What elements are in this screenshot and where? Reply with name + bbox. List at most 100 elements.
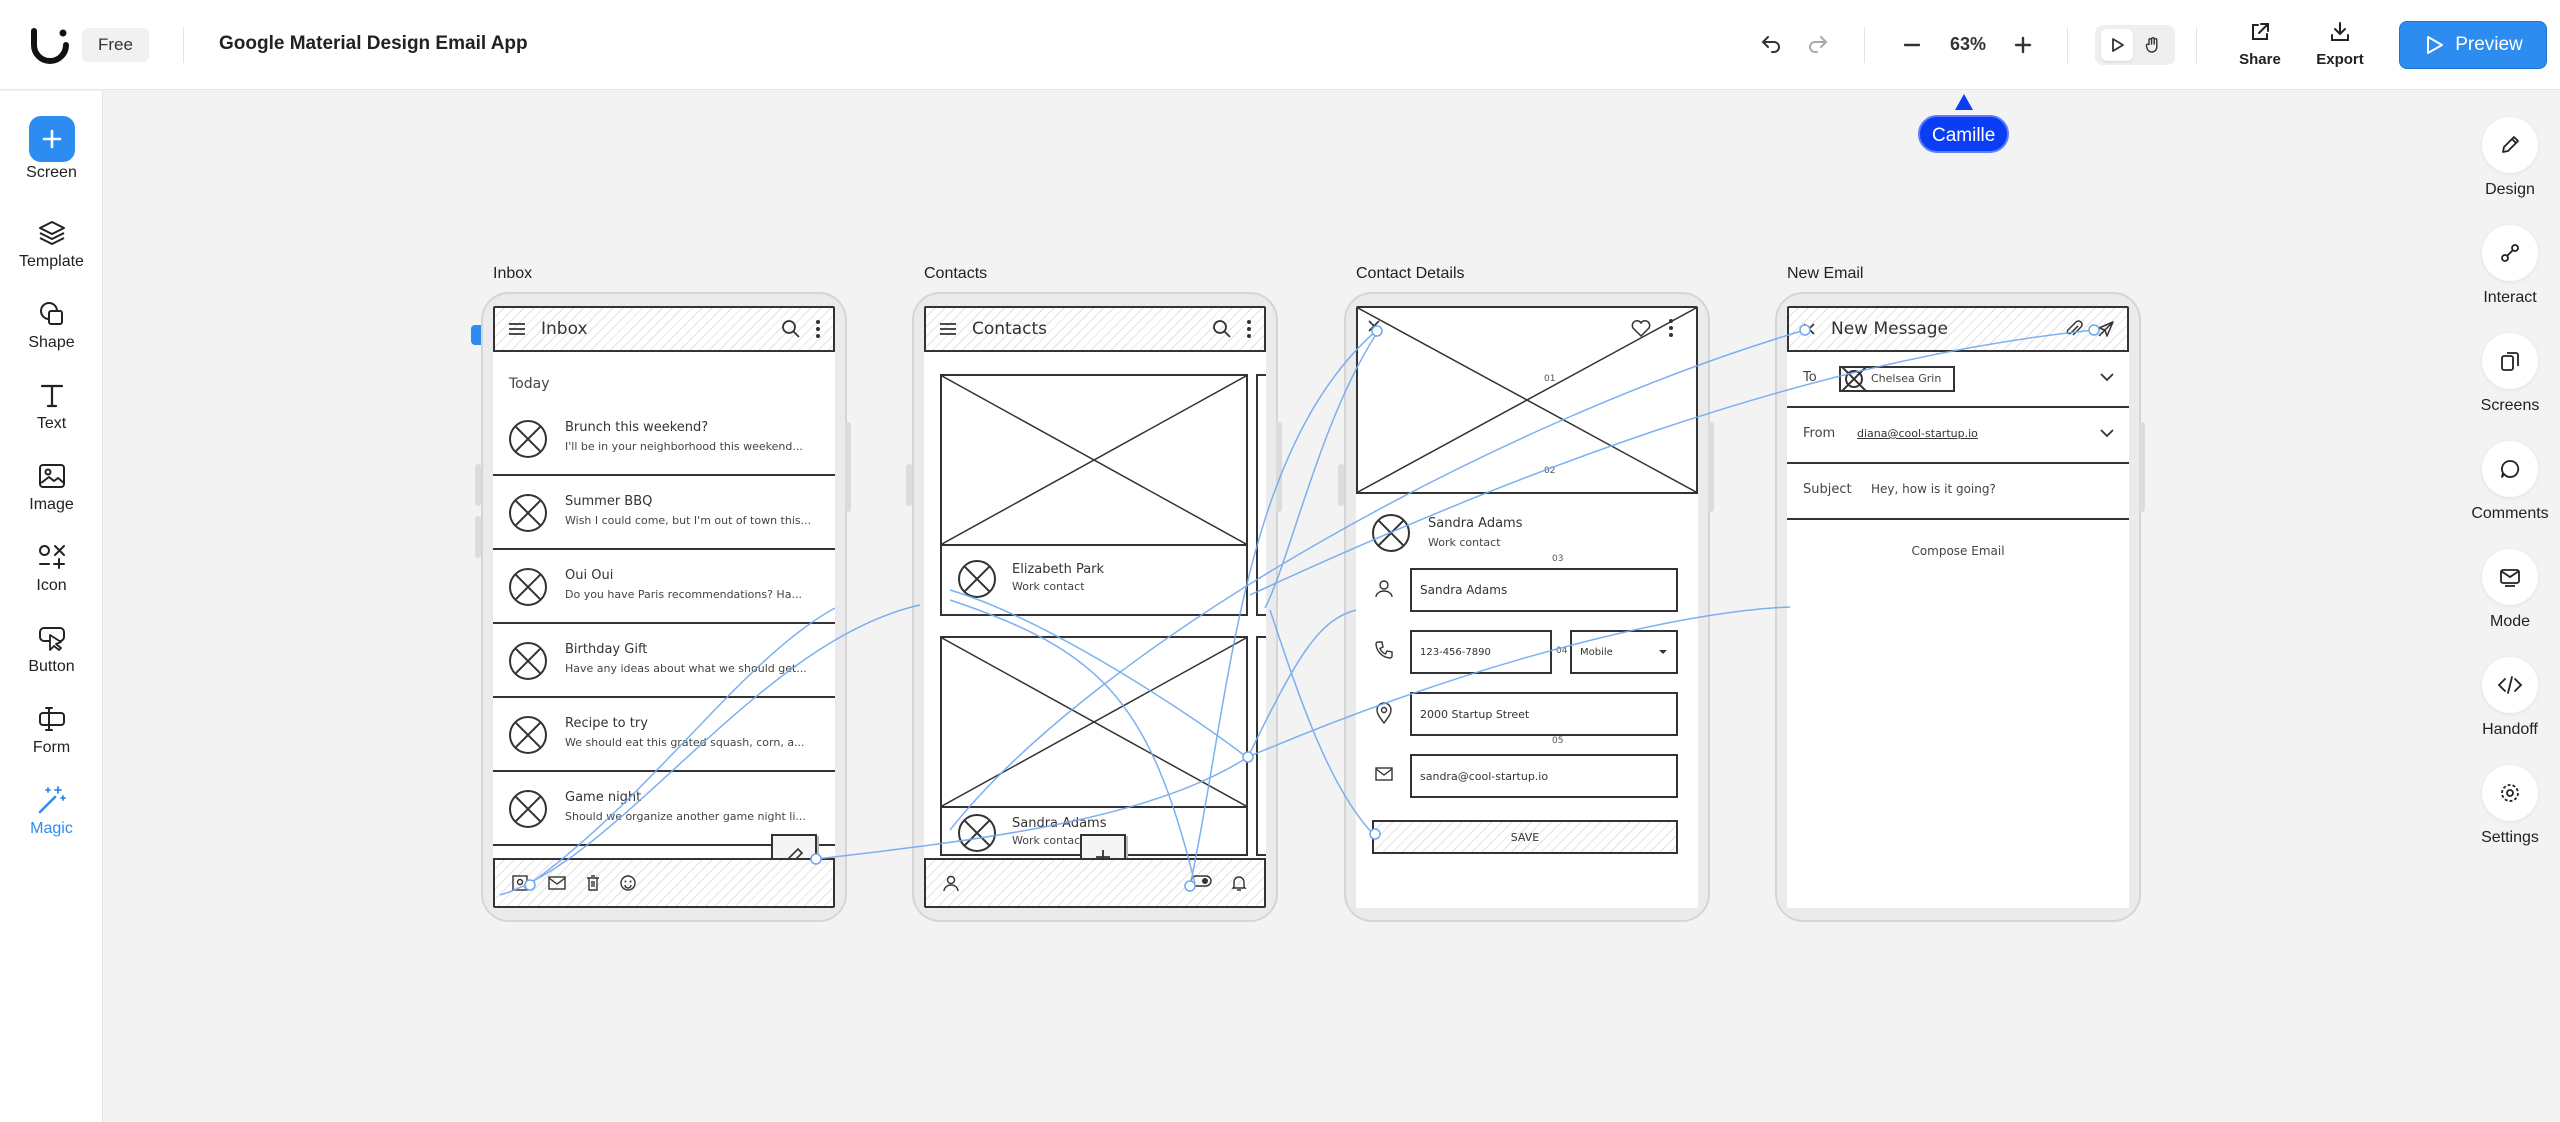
add-screen-button[interactable]: Screen bbox=[0, 116, 103, 182]
contacts-icon[interactable] bbox=[511, 874, 529, 892]
contacts-screen[interactable]: Contacts Elizabeth Park Work contact San… bbox=[906, 292, 1282, 922]
email-row[interactable]: Summer BBQ Wish I could come, but I'm ou… bbox=[493, 476, 835, 550]
comment-icon bbox=[2482, 441, 2538, 497]
heart-icon[interactable] bbox=[1630, 318, 1652, 338]
email-row[interactable]: Brunch this weekend? I'll be in your nei… bbox=[493, 402, 835, 476]
chevron-down-icon[interactable] bbox=[2099, 428, 2115, 438]
zoom-level[interactable]: 63% bbox=[1943, 34, 1993, 55]
comments-panel-button[interactable]: Comments bbox=[2460, 441, 2560, 523]
attach-icon[interactable] bbox=[2065, 319, 2083, 339]
send-icon[interactable] bbox=[2097, 320, 2115, 338]
export-button[interactable]: Export bbox=[2305, 20, 2375, 68]
zoom-in-button[interactable] bbox=[2006, 28, 2040, 62]
search-icon[interactable] bbox=[1212, 319, 1232, 339]
share-button[interactable]: Share bbox=[2225, 20, 2295, 68]
contact-card[interactable]: Elizabeth Park Work contact bbox=[940, 544, 1248, 616]
more-vert-icon[interactable] bbox=[815, 319, 821, 339]
magic-wand-icon bbox=[0, 782, 103, 818]
subject-value[interactable]: Hey, how is it going? bbox=[1871, 482, 1996, 496]
subject-row[interactable]: Subject Hey, how is it going? bbox=[1787, 464, 2129, 520]
tool-label: Text bbox=[36, 415, 67, 432]
divider bbox=[2067, 27, 2068, 63]
compose-body[interactable]: Compose Email bbox=[1787, 544, 2129, 558]
magic-tool[interactable]: Magic bbox=[0, 782, 103, 838]
hand-mode-button[interactable] bbox=[2137, 29, 2169, 61]
email-title: Birthday Gift bbox=[565, 642, 648, 657]
play-mode-button[interactable] bbox=[2101, 29, 2133, 61]
recipient-chip[interactable]: Chelsea Grin bbox=[1839, 366, 1956, 392]
avatar-icon bbox=[509, 420, 547, 458]
name-field[interactable]: Sandra Adams bbox=[1410, 568, 1678, 612]
icons-icon bbox=[0, 539, 103, 575]
mode-panel-button[interactable]: Mode bbox=[2460, 549, 2560, 631]
undo-button[interactable] bbox=[1754, 28, 1788, 62]
more-vert-icon[interactable] bbox=[1246, 319, 1252, 339]
tool-label: Image bbox=[29, 496, 74, 513]
panel-label: Settings bbox=[2481, 829, 2539, 846]
app-logo-icon[interactable] bbox=[30, 25, 70, 65]
chevron-down-icon[interactable] bbox=[2099, 372, 2115, 382]
phone-type-select[interactable]: Mobile bbox=[1570, 630, 1678, 674]
handoff-panel-button[interactable]: Handoff bbox=[2460, 657, 2560, 739]
frame-label-new-email[interactable]: New Email bbox=[1787, 265, 1863, 283]
icon-tool[interactable]: Icon bbox=[0, 539, 103, 595]
phone-type-value: Mobile bbox=[1580, 646, 1613, 658]
email-title: Game night bbox=[565, 790, 642, 805]
close-icon[interactable] bbox=[1801, 321, 1817, 337]
person-icon[interactable] bbox=[942, 874, 960, 892]
hand-icon bbox=[2145, 37, 2158, 53]
to-row[interactable]: To Chelsea Grin bbox=[1787, 352, 2129, 408]
frame-label-contact-details[interactable]: Contact Details bbox=[1356, 265, 1465, 283]
more-vert-icon[interactable] bbox=[1668, 318, 1674, 338]
collaborator-tag: Camille bbox=[1918, 115, 2010, 153]
email-row[interactable]: Recipe to try We should eat this grated … bbox=[493, 698, 835, 772]
from-value[interactable]: diana@cool-startup.io bbox=[1857, 427, 1978, 440]
phone-field[interactable]: 123-456-7890 bbox=[1410, 630, 1552, 674]
gear-icon bbox=[2482, 765, 2538, 821]
interact-panel-button[interactable]: Interact bbox=[2460, 225, 2560, 307]
avatar-icon bbox=[958, 560, 996, 598]
plan-badge[interactable]: Free bbox=[82, 28, 149, 62]
recipient-name: Chelsea Grin bbox=[1871, 372, 1942, 385]
mode-icon bbox=[2482, 549, 2538, 605]
image-tool[interactable]: Image bbox=[0, 458, 103, 514]
close-icon[interactable] bbox=[1366, 318, 1382, 334]
bell-icon[interactable] bbox=[1230, 874, 1248, 892]
text-tool[interactable]: Text bbox=[0, 377, 103, 433]
email-field[interactable]: sandra@cool-startup.io bbox=[1410, 754, 1678, 798]
divider bbox=[183, 27, 184, 63]
address-field[interactable]: 2000 Startup Street bbox=[1410, 692, 1678, 736]
template-tool[interactable]: Template bbox=[0, 215, 103, 271]
settings-panel-button[interactable]: Settings bbox=[2460, 765, 2560, 847]
email-row[interactable]: Oui Oui Do you have Paris recommendation… bbox=[493, 550, 835, 624]
menu-icon[interactable] bbox=[938, 321, 958, 337]
trash-icon[interactable] bbox=[585, 874, 601, 892]
save-button[interactable]: SAVE bbox=[1372, 820, 1678, 854]
email-row[interactable]: Birthday Gift Have any ideas about what … bbox=[493, 624, 835, 698]
menu-icon[interactable] bbox=[507, 321, 527, 337]
inbox-screen[interactable]: Inbox Today Brunch this weekend? I'll be… bbox=[475, 292, 851, 922]
person-icon bbox=[1375, 580, 1393, 598]
design-panel-button[interactable]: Design bbox=[2460, 117, 2560, 199]
frame-label-contacts[interactable]: Contacts bbox=[924, 265, 987, 283]
contact-details-screen[interactable]: 01 02 Sandra Adams Work contact 03 Sandr… bbox=[1338, 292, 1714, 922]
code-icon bbox=[2482, 657, 2538, 713]
emoji-icon[interactable] bbox=[619, 874, 637, 892]
mail-icon[interactable] bbox=[547, 875, 567, 891]
frame-label-inbox[interactable]: Inbox bbox=[493, 265, 532, 283]
zoom-out-button[interactable] bbox=[1895, 28, 1929, 62]
search-icon[interactable] bbox=[781, 319, 801, 339]
redo-button[interactable] bbox=[1801, 28, 1835, 62]
form-tool[interactable]: Form bbox=[0, 701, 103, 757]
from-row[interactable]: From diana@cool-startup.io bbox=[1787, 408, 2129, 464]
shape-tool[interactable]: Shape bbox=[0, 296, 103, 352]
new-email-screen[interactable]: New Message To Chelsea Grin From diana@c… bbox=[1775, 292, 2145, 922]
preview-button[interactable]: Preview bbox=[2399, 21, 2547, 69]
project-title[interactable]: Google Material Design Email App bbox=[219, 33, 528, 55]
play-icon bbox=[2427, 36, 2444, 54]
contact-card-peek bbox=[1256, 636, 1266, 856]
toggle-icon[interactable] bbox=[1190, 874, 1212, 888]
button-tool[interactable]: Button bbox=[0, 620, 103, 676]
screens-panel-button[interactable]: Screens bbox=[2460, 333, 2560, 415]
email-snippet: Should we organize another game night li… bbox=[565, 810, 806, 823]
